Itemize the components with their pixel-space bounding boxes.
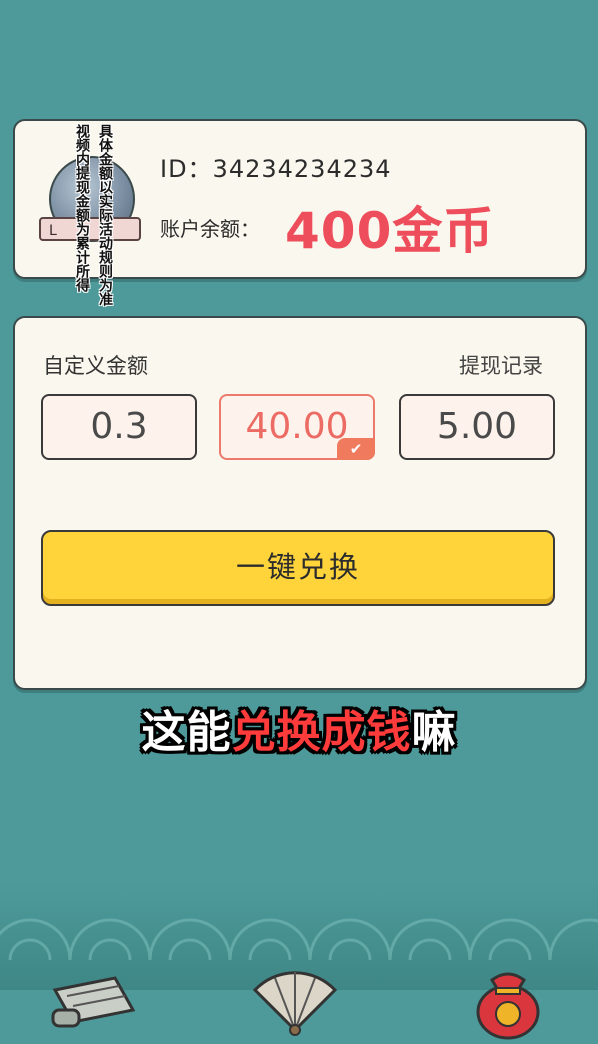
notice-cumulative: 视频内提现金额为累计所得 [74, 124, 90, 292]
balance-label: 账户余额： [160, 217, 260, 241]
amount-option-2-selected[interactable]: 40.00 ✔ [219, 394, 375, 460]
subtitle-part-1: 这能 [141, 707, 232, 758]
balance-value: 400金币 [285, 202, 495, 260]
subtitle-part-3: 嘛 [411, 707, 457, 758]
checkmark-icon: ✔ [337, 438, 375, 460]
one-click-exchange-button[interactable]: 一键兑换 [41, 530, 555, 606]
video-subtitle: 这能兑换成钱嘛 [0, 696, 598, 760]
amount-option-value: 5.00 [436, 406, 518, 447]
lucky-bag-icon[interactable] [468, 960, 558, 1040]
user-id: ID：34234234234 [160, 155, 392, 183]
exchange-card: 自定义金额 提现记录 0.3 40.00 ✔ 5.00 一键兑换 [13, 316, 587, 690]
amount-option-1[interactable]: 0.3 [41, 394, 197, 460]
withdraw-record-link[interactable]: 提现记录 [459, 350, 543, 380]
fan-icon[interactable] [250, 960, 340, 1040]
custom-amount-link[interactable]: 自定义金额 [43, 350, 148, 380]
amount-option-3[interactable]: 5.00 [399, 394, 555, 460]
scroll-icon[interactable] [45, 960, 136, 1040]
bottom-nav [0, 960, 598, 1044]
level-ribbon: L [39, 217, 141, 241]
avatar-frame: L [35, 151, 145, 246]
amount-option-value: 40.00 [245, 406, 349, 447]
amount-option-value: 0.3 [90, 406, 148, 447]
subtitle-part-2: 兑换成钱 [231, 707, 412, 758]
